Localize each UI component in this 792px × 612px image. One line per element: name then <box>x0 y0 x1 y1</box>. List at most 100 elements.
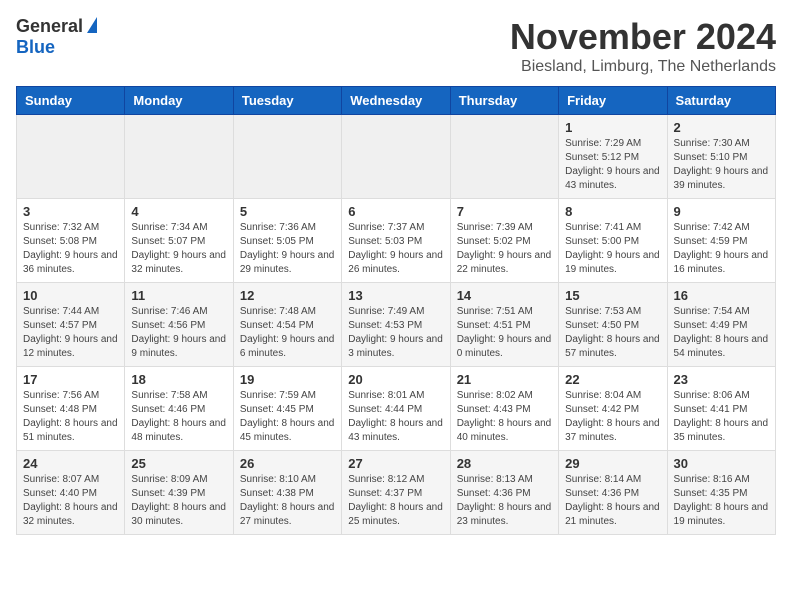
logo-triangle-icon <box>87 17 97 33</box>
day-number: 4 <box>131 204 226 219</box>
day-number: 22 <box>565 372 660 387</box>
calendar-week-row: 10 Sunrise: 7:44 AMSunset: 4:57 PMDayligh… <box>17 283 776 367</box>
day-number: 26 <box>240 456 335 471</box>
day-number: 20 <box>348 372 443 387</box>
calendar-cell <box>342 115 450 199</box>
day-number: 24 <box>23 456 118 471</box>
calendar-cell: 5 Sunrise: 7:36 AMSunset: 5:05 PMDaylight… <box>233 199 341 283</box>
day-number: 11 <box>131 288 226 303</box>
day-info: Sunrise: 8:01 AMSunset: 4:44 PMDaylight:… <box>348 389 443 445</box>
calendar-cell: 13 Sunrise: 7:49 AMSunset: 4:53 PMDayligh… <box>342 283 450 367</box>
calendar-cell: 19 Sunrise: 7:59 AMSunset: 4:45 PMDayligh… <box>233 367 341 451</box>
calendar-week-row: 17 Sunrise: 7:56 AMSunset: 4:48 PMDayligh… <box>17 367 776 451</box>
day-info: Sunrise: 7:39 AMSunset: 5:02 PMDaylight:… <box>457 221 552 277</box>
calendar-cell: 25 Sunrise: 8:09 AMSunset: 4:39 PMDayligh… <box>125 451 233 535</box>
day-number: 14 <box>457 288 552 303</box>
calendar-cell: 10 Sunrise: 7:44 AMSunset: 4:57 PMDayligh… <box>17 283 125 367</box>
calendar-cell: 16 Sunrise: 7:54 AMSunset: 4:49 PMDayligh… <box>667 283 775 367</box>
calendar-cell: 18Sunrise: 7:58 AMSunset: 4:46 PMDayligh… <box>125 367 233 451</box>
day-number: 5 <box>240 204 335 219</box>
calendar-cell: 2 Sunrise: 7:30 AMSunset: 5:10 PMDaylight… <box>667 115 775 199</box>
calendar-table: SundayMondayTuesdayWednesdayThursdayFrid… <box>16 86 776 535</box>
day-info: Sunrise: 7:30 AMSunset: 5:10 PMDaylight:… <box>674 137 769 193</box>
day-info: Sunrise: 8:16 AMSunset: 4:35 PMDaylight:… <box>674 473 769 529</box>
calendar-cell <box>125 115 233 199</box>
day-number: 23 <box>674 372 769 387</box>
day-info: Sunrise: 8:04 AMSunset: 4:42 PMDaylight:… <box>565 389 660 445</box>
day-info: Sunrise: 7:54 AMSunset: 4:49 PMDaylight:… <box>674 305 769 361</box>
calendar-cell: 20 Sunrise: 8:01 AMSunset: 4:44 PMDayligh… <box>342 367 450 451</box>
day-number: 15 <box>565 288 660 303</box>
logo-general-text: General <box>16 16 83 37</box>
day-number: 16 <box>674 288 769 303</box>
day-info: Sunrise: 8:13 AMSunset: 4:36 PMDaylight:… <box>457 473 552 529</box>
day-number: 2 <box>674 120 769 135</box>
calendar-cell: 26 Sunrise: 8:10 AMSunset: 4:38 PMDayligh… <box>233 451 341 535</box>
calendar-cell <box>17 115 125 199</box>
calendar-cell: 27 Sunrise: 8:12 AMSunset: 4:37 PMDayligh… <box>342 451 450 535</box>
day-number: 19 <box>240 372 335 387</box>
day-info: Sunrise: 7:56 AMSunset: 4:48 PMDaylight:… <box>23 389 118 445</box>
calendar-cell: 6 Sunrise: 7:37 AMSunset: 5:03 PMDaylight… <box>342 199 450 283</box>
day-number: 9 <box>674 204 769 219</box>
calendar-cell: 7 Sunrise: 7:39 AMSunset: 5:02 PMDaylight… <box>450 199 558 283</box>
day-number: 28 <box>457 456 552 471</box>
calendar-cell: 17 Sunrise: 7:56 AMSunset: 4:48 PMDayligh… <box>17 367 125 451</box>
calendar-cell: 23 Sunrise: 8:06 AMSunset: 4:41 PMDayligh… <box>667 367 775 451</box>
calendar-cell: 8 Sunrise: 7:41 AMSunset: 5:00 PMDaylight… <box>559 199 667 283</box>
title-section: November 2024 Biesland, Limburg, The Net… <box>510 16 776 76</box>
day-info: Sunrise: 7:36 AMSunset: 5:05 PMDaylight:… <box>240 221 335 277</box>
calendar-cell: 1 Sunrise: 7:29 AMSunset: 5:12 PMDaylight… <box>559 115 667 199</box>
calendar-cell: 29Sunrise: 8:14 AMSunset: 4:36 PMDayligh… <box>559 451 667 535</box>
day-number: 10 <box>23 288 118 303</box>
day-info: Sunrise: 7:29 AMSunset: 5:12 PMDaylight:… <box>565 137 660 193</box>
day-info: Sunrise: 7:32 AMSunset: 5:08 PMDaylight:… <box>23 221 118 277</box>
day-number: 7 <box>457 204 552 219</box>
calendar-cell: 14 Sunrise: 7:51 AMSunset: 4:51 PMDayligh… <box>450 283 558 367</box>
calendar-header-row: SundayMondayTuesdayWednesdayThursdayFrid… <box>17 87 776 115</box>
calendar-cell: 28 Sunrise: 8:13 AMSunset: 4:36 PMDayligh… <box>450 451 558 535</box>
calendar-cell: 11 Sunrise: 7:46 AMSunset: 4:56 PMDayligh… <box>125 283 233 367</box>
day-of-week-header: Tuesday <box>233 87 341 115</box>
day-number: 27 <box>348 456 443 471</box>
day-info: Sunrise: 7:59 AMSunset: 4:45 PMDaylight:… <box>240 389 335 445</box>
day-of-week-header: Sunday <box>17 87 125 115</box>
day-info: Sunrise: 8:09 AMSunset: 4:39 PMDaylight:… <box>131 473 226 529</box>
calendar-week-row: 3Sunrise: 7:32 AMSunset: 5:08 PMDaylight… <box>17 199 776 283</box>
day-of-week-header: Thursday <box>450 87 558 115</box>
day-info: Sunrise: 7:42 AMSunset: 4:59 PMDaylight:… <box>674 221 769 277</box>
day-info: Sunrise: 8:02 AMSunset: 4:43 PMDaylight:… <box>457 389 552 445</box>
day-info: Sunrise: 8:14 AMSunset: 4:36 PMDaylight:… <box>565 473 660 529</box>
day-info: Sunrise: 7:44 AMSunset: 4:57 PMDaylight:… <box>23 305 118 361</box>
day-number: 1 <box>565 120 660 135</box>
day-number: 17 <box>23 372 118 387</box>
day-info: Sunrise: 7:41 AMSunset: 5:00 PMDaylight:… <box>565 221 660 277</box>
calendar-cell: 4 Sunrise: 7:34 AMSunset: 5:07 PMDaylight… <box>125 199 233 283</box>
day-of-week-header: Saturday <box>667 87 775 115</box>
calendar-cell: 3Sunrise: 7:32 AMSunset: 5:08 PMDaylight… <box>17 199 125 283</box>
day-info: Sunrise: 7:49 AMSunset: 4:53 PMDaylight:… <box>348 305 443 361</box>
day-number: 25 <box>131 456 226 471</box>
day-info: Sunrise: 7:53 AMSunset: 4:50 PMDaylight:… <box>565 305 660 361</box>
calendar-cell: 9 Sunrise: 7:42 AMSunset: 4:59 PMDaylight… <box>667 199 775 283</box>
day-number: 13 <box>348 288 443 303</box>
day-info: Sunrise: 8:12 AMSunset: 4:37 PMDaylight:… <box>348 473 443 529</box>
calendar-cell: 12Sunrise: 7:48 AMSunset: 4:54 PMDayligh… <box>233 283 341 367</box>
day-info: Sunrise: 7:46 AMSunset: 4:56 PMDaylight:… <box>131 305 226 361</box>
day-number: 21 <box>457 372 552 387</box>
logo-blue-text: Blue <box>16 37 55 58</box>
day-number: 8 <box>565 204 660 219</box>
calendar-week-row: 24Sunrise: 8:07 AMSunset: 4:40 PMDayligh… <box>17 451 776 535</box>
calendar-week-row: 1 Sunrise: 7:29 AMSunset: 5:12 PMDaylight… <box>17 115 776 199</box>
day-of-week-header: Monday <box>125 87 233 115</box>
day-number: 6 <box>348 204 443 219</box>
day-info: Sunrise: 8:06 AMSunset: 4:41 PMDaylight:… <box>674 389 769 445</box>
day-number: 18 <box>131 372 226 387</box>
calendar-cell <box>233 115 341 199</box>
day-of-week-header: Wednesday <box>342 87 450 115</box>
calendar-cell: 15 Sunrise: 7:53 AMSunset: 4:50 PMDayligh… <box>559 283 667 367</box>
day-info: Sunrise: 7:34 AMSunset: 5:07 PMDaylight:… <box>131 221 226 277</box>
day-info: Sunrise: 8:10 AMSunset: 4:38 PMDaylight:… <box>240 473 335 529</box>
day-info: Sunrise: 7:37 AMSunset: 5:03 PMDaylight:… <box>348 221 443 277</box>
day-info: Sunrise: 7:51 AMSunset: 4:51 PMDaylight:… <box>457 305 552 361</box>
